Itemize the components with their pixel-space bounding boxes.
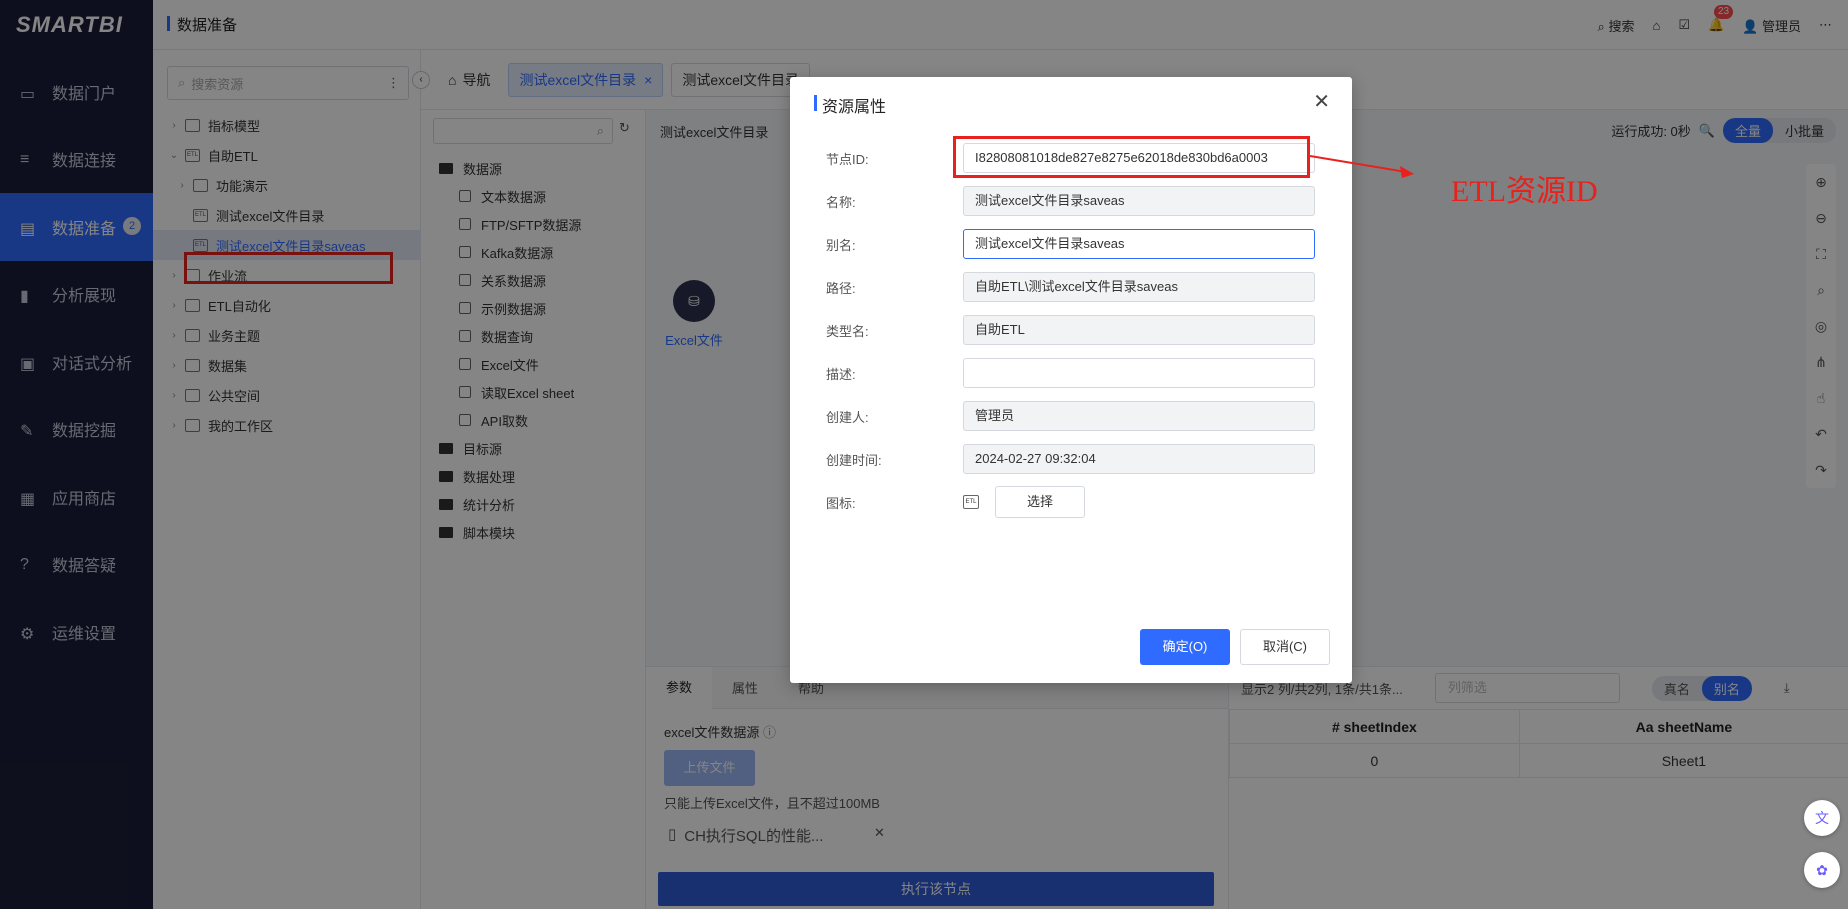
creator-field[interactable]: 管理员 [963,401,1315,431]
dialog-title: 资源属性 [814,93,886,117]
assistant-icon[interactable]: ✿ [1804,852,1840,888]
close-icon[interactable]: ✕ [1313,89,1330,114]
translate-icon[interactable]: 文 [1804,800,1840,836]
description-field[interactable] [963,358,1315,388]
annotation-label: ETL资源ID [1451,175,1598,208]
field-alias: 别名: 测试excel文件目录saveas [826,229,1316,259]
field-path: 路径: 自助ETL\测试excel文件目录saveas [826,272,1316,302]
field-type: 类型名: 自助ETL [826,315,1316,345]
field-desc: 描述: [826,358,1316,388]
field-icon: 图标: ETL 选择 [826,486,1316,518]
ok-button[interactable]: 确定(O) [1140,629,1230,665]
field-created-time: 创建时间: 2024-02-27 09:32:04 [826,444,1316,474]
created-time-field[interactable]: 2024-02-27 09:32:04 [963,444,1315,474]
cancel-button[interactable]: 取消(C) [1240,629,1330,665]
alias-field[interactable]: 测试excel文件目录saveas [963,229,1315,259]
field-name: 名称: 测试excel文件目录saveas [826,186,1316,216]
highlight-box-node-id [953,136,1310,178]
annotation-arrow [1310,155,1414,178]
field-creator: 创建人: 管理员 [826,401,1316,431]
choose-icon-button[interactable]: 选择 [995,486,1085,518]
type-field[interactable]: 自助ETL [963,315,1315,345]
etl-icon: ETL [963,495,979,509]
path-field[interactable]: 自助ETL\测试excel文件目录saveas [963,272,1315,302]
name-field[interactable]: 测试excel文件目录saveas [963,186,1315,216]
